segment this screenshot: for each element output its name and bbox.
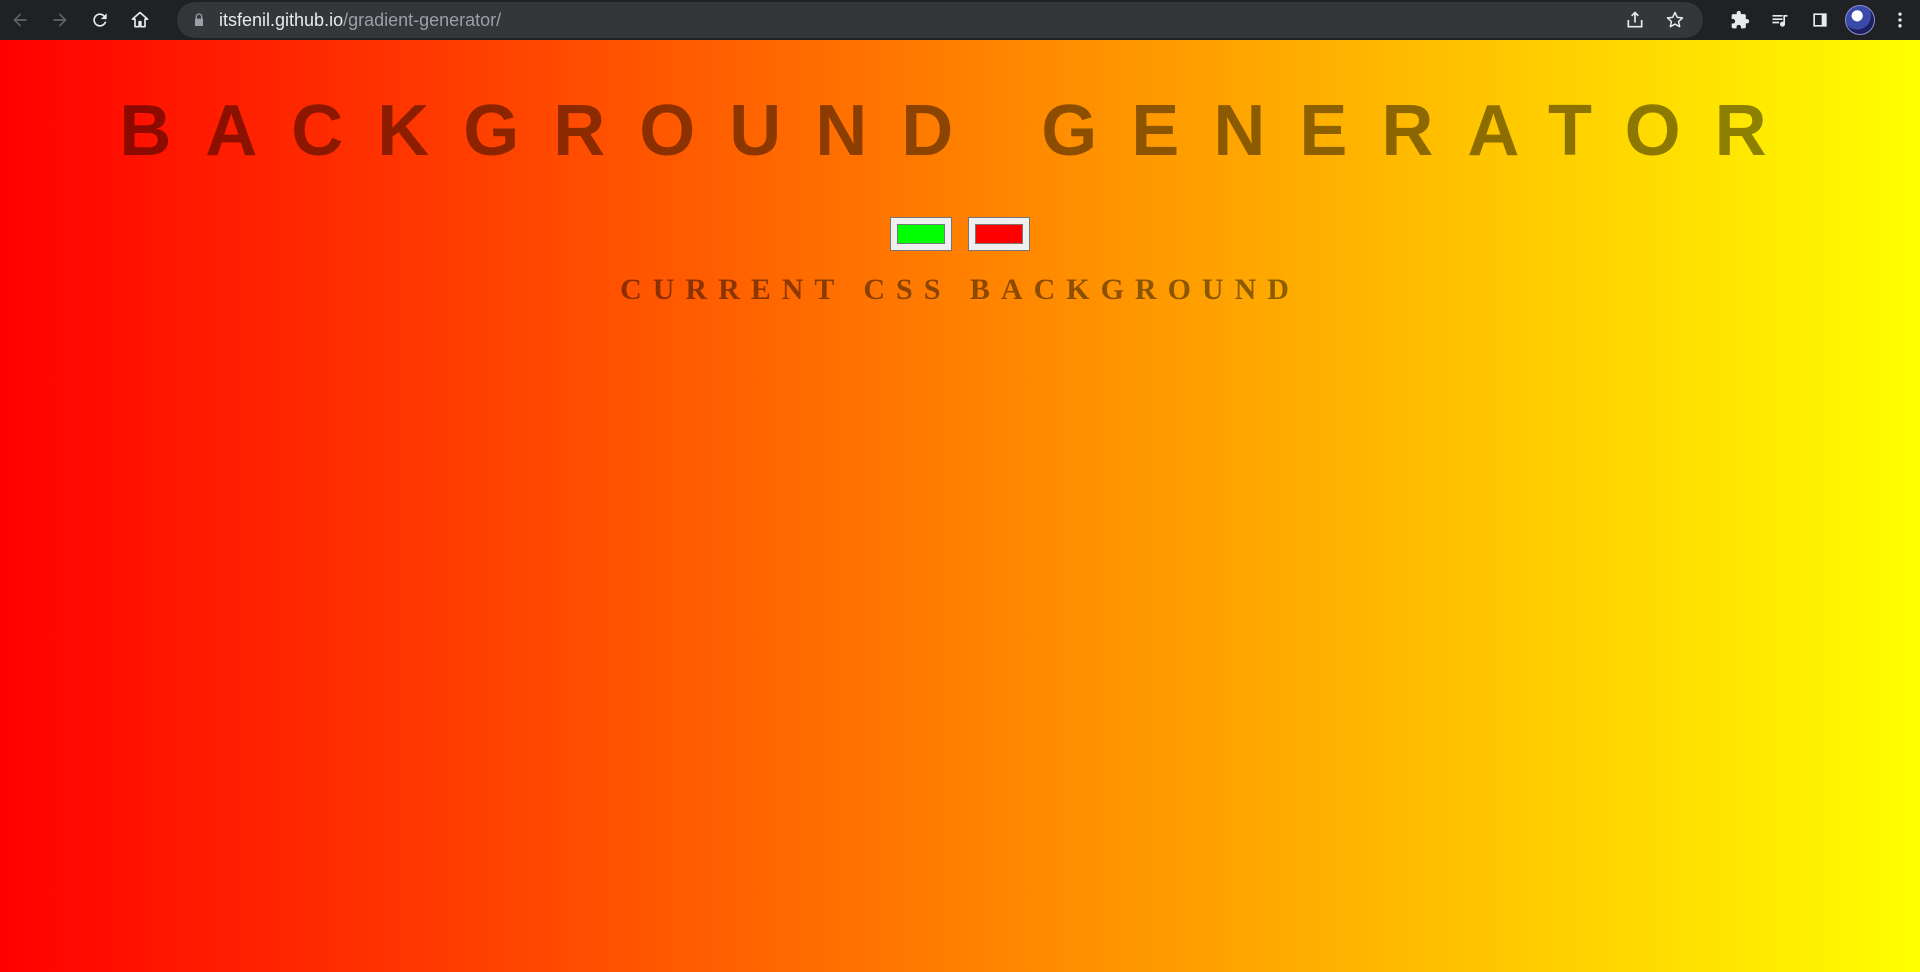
home-button[interactable] xyxy=(120,0,160,40)
gradient-page: BACKGROUND GENERATOR CURRENT CSS BACKGRO… xyxy=(0,40,1920,972)
back-button[interactable] xyxy=(0,0,40,40)
extensions-button[interactable] xyxy=(1720,0,1760,40)
menu-button[interactable] xyxy=(1880,0,1920,40)
color-swatch-2 xyxy=(975,224,1023,244)
color-input-2[interactable] xyxy=(968,217,1030,251)
current-css-label: CURRENT CSS BACKGROUND xyxy=(620,273,1300,306)
avatar xyxy=(1845,5,1875,35)
url-path: /gradient-generator/ xyxy=(343,9,502,30)
share-button[interactable] xyxy=(1615,2,1655,38)
playlist-icon xyxy=(1772,15,1788,27)
side-panel-button[interactable] xyxy=(1800,0,1840,40)
arrow-left-icon xyxy=(13,13,27,27)
star-icon xyxy=(1666,11,1684,28)
color-picker-group xyxy=(0,217,1920,251)
profile-button[interactable] xyxy=(1840,0,1880,40)
puzzle-icon xyxy=(1731,10,1750,29)
media-control-button[interactable] xyxy=(1760,0,1800,40)
browser-toolbar: itsfenil.github.io/gradient-generator/ xyxy=(0,0,1920,40)
share-icon xyxy=(1627,11,1643,28)
url-text: itsfenil.github.io/gradient-generator/ xyxy=(219,10,501,31)
forward-button[interactable] xyxy=(40,0,80,40)
reload-button[interactable] xyxy=(80,0,120,40)
lock-icon xyxy=(195,13,203,26)
side-panel-icon xyxy=(1813,13,1827,27)
reload-icon xyxy=(93,13,107,27)
arrow-right-icon xyxy=(53,13,67,27)
more-vert-icon xyxy=(1898,12,1902,28)
home-icon xyxy=(131,11,149,28)
bookmark-button[interactable] xyxy=(1655,2,1695,38)
color-swatch-1 xyxy=(897,224,945,244)
address-bar[interactable]: itsfenil.github.io/gradient-generator/ xyxy=(177,2,1703,38)
url-host: itsfenil.github.io xyxy=(219,9,344,30)
color-input-1[interactable] xyxy=(890,217,952,251)
page-title: BACKGROUND GENERATOR xyxy=(119,91,1801,171)
